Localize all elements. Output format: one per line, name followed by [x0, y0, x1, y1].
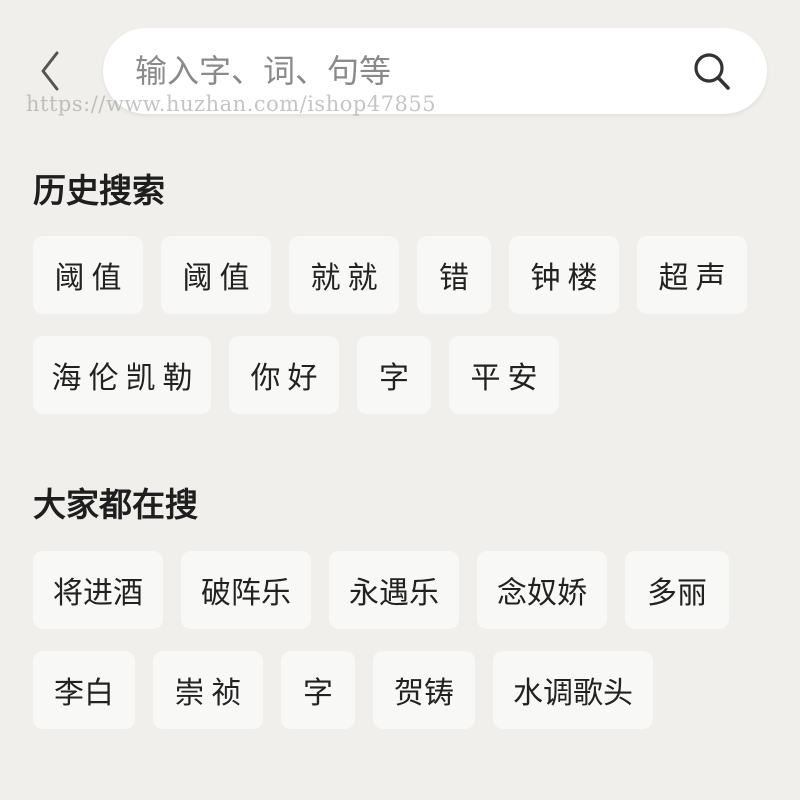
search-input[interactable]: [135, 41, 691, 101]
popular-chip[interactable]: 多丽: [625, 551, 729, 629]
history-chip[interactable]: 海伦凯勒: [33, 336, 211, 414]
popular-chip[interactable]: 破阵乐: [181, 551, 311, 629]
chip-label: 永遇乐: [349, 576, 439, 611]
chevron-left-icon: [41, 51, 59, 91]
popular-chip[interactable]: 崇祯: [153, 651, 263, 729]
popular-chip[interactable]: 将进酒: [33, 551, 163, 629]
popular-chip[interactable]: 贺铸: [373, 651, 475, 729]
chip-label: 阈值: [54, 261, 129, 296]
chip-label: 就就: [310, 261, 385, 296]
popular-chip[interactable]: 字: [281, 651, 355, 729]
popular-chip[interactable]: 念奴娇: [477, 551, 607, 629]
history-chip[interactable]: 平安: [449, 336, 559, 414]
search-page: https://www.huzhan.com/ishop47855 历史搜索 阈…: [0, 0, 800, 800]
chip-label: 钟楼: [530, 261, 605, 296]
history-chip[interactable]: 阈值: [33, 236, 143, 314]
chip-label: 李白: [54, 676, 114, 711]
history-row-1: 阈值 阈值 就就 错 钟楼 超声: [33, 236, 747, 314]
history-chip[interactable]: 你好: [229, 336, 339, 414]
popular-row-1: 将进酒 破阵乐 永遇乐 念奴娇 多丽: [33, 551, 729, 629]
history-chip[interactable]: 字: [357, 336, 431, 414]
chip-label: 海伦凯勒: [51, 361, 200, 396]
chip-label: 字: [379, 361, 416, 396]
chip-label: 贺铸: [394, 676, 454, 711]
chip-label: 你好: [250, 361, 325, 396]
chip-label: 将进酒: [53, 576, 143, 611]
chip-label: 破阵乐: [201, 576, 291, 611]
history-row-2: 海伦凯勒 你好 字 平安: [33, 336, 559, 414]
popular-chip[interactable]: 李白: [33, 651, 135, 729]
popular-row-2: 李白 崇祯 字 贺铸 水调歌头: [33, 651, 653, 729]
chip-label: 崇祯: [174, 676, 249, 711]
popular-chip[interactable]: 水调歌头: [493, 651, 653, 729]
chip-label: 念奴娇: [497, 576, 587, 611]
chip-label: 平安: [470, 361, 545, 396]
history-chip[interactable]: 超声: [637, 236, 747, 314]
history-chip[interactable]: 错: [417, 236, 491, 314]
search-box[interactable]: [103, 28, 767, 114]
chip-label: 超声: [658, 261, 733, 296]
history-chip[interactable]: 就就: [289, 236, 399, 314]
history-chip[interactable]: 钟楼: [509, 236, 619, 314]
chip-label: 错: [439, 261, 476, 296]
history-section-title: 历史搜索: [33, 171, 165, 210]
popular-chip[interactable]: 永遇乐: [329, 551, 459, 629]
chip-label: 水调歌头: [513, 676, 633, 711]
chip-label: 字: [303, 676, 333, 711]
popular-section-title: 大家都在搜: [33, 485, 198, 524]
search-icon[interactable]: [691, 50, 733, 92]
back-button[interactable]: [30, 46, 70, 96]
chip-label: 多丽: [647, 576, 707, 611]
chip-label: 阈值: [182, 261, 257, 296]
history-chip[interactable]: 阈值: [161, 236, 271, 314]
